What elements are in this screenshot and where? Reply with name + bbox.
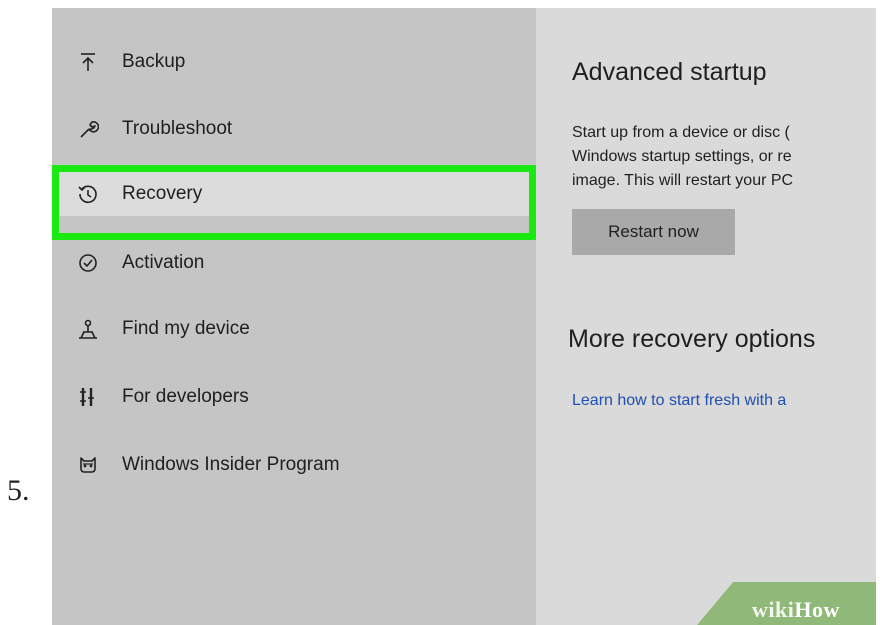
main-panel: Advanced startup Start up from a device … [536, 8, 876, 625]
more-recovery-options-title: More recovery options [568, 325, 816, 353]
settings-window: Backup Troubleshoot Recovery Activation [52, 8, 876, 625]
description-line: Start up from a device or disc ( [572, 124, 790, 141]
recovery-icon [76, 182, 100, 206]
check-circle-icon [76, 251, 100, 275]
insider-icon [76, 453, 100, 477]
advanced-startup-description: Start up from a device or disc ( Windows… [572, 121, 793, 193]
restart-now-button[interactable]: Restart now [572, 209, 735, 255]
find-device-icon [76, 317, 100, 341]
sidebar-item-troubleshoot[interactable]: Troubleshoot [52, 107, 536, 151]
description-line: image. This will restart your PC [572, 172, 794, 189]
sidebar-item-label: Windows Insider Program [122, 454, 340, 475]
sidebar-item-label: Backup [122, 51, 186, 72]
wikihow-watermark: wikiHow [752, 597, 840, 623]
sidebar-item-label: Recovery [122, 183, 203, 204]
sidebar-item-activation[interactable]: Activation [52, 241, 536, 285]
sidebar-item-backup[interactable]: Backup [52, 40, 536, 84]
sidebar-item-label: Troubleshoot [122, 118, 233, 139]
backup-icon [76, 50, 100, 74]
wrench-icon [76, 117, 100, 141]
sidebar-item-windows-insider-program[interactable]: Windows Insider Program [52, 443, 536, 487]
sidebar-item-label: For developers [122, 386, 249, 407]
watermark-how: How [794, 597, 840, 622]
sidebar: Backup Troubleshoot Recovery Activation [52, 8, 536, 625]
learn-start-fresh-link[interactable]: Learn how to start fresh with a [572, 392, 786, 410]
sidebar-item-recovery[interactable]: Recovery [52, 172, 536, 216]
step-number: 5. [7, 474, 30, 507]
developers-icon [76, 385, 100, 409]
sidebar-item-label: Find my device [122, 318, 250, 339]
sidebar-item-for-developers[interactable]: For developers [52, 375, 536, 419]
watermark-wiki: wiki [752, 597, 795, 622]
sidebar-item-label: Activation [122, 252, 205, 273]
description-line: Windows startup settings, or re [572, 148, 792, 165]
sidebar-item-find-my-device[interactable]: Find my device [52, 307, 536, 351]
advanced-startup-title: Advanced startup [572, 58, 767, 86]
